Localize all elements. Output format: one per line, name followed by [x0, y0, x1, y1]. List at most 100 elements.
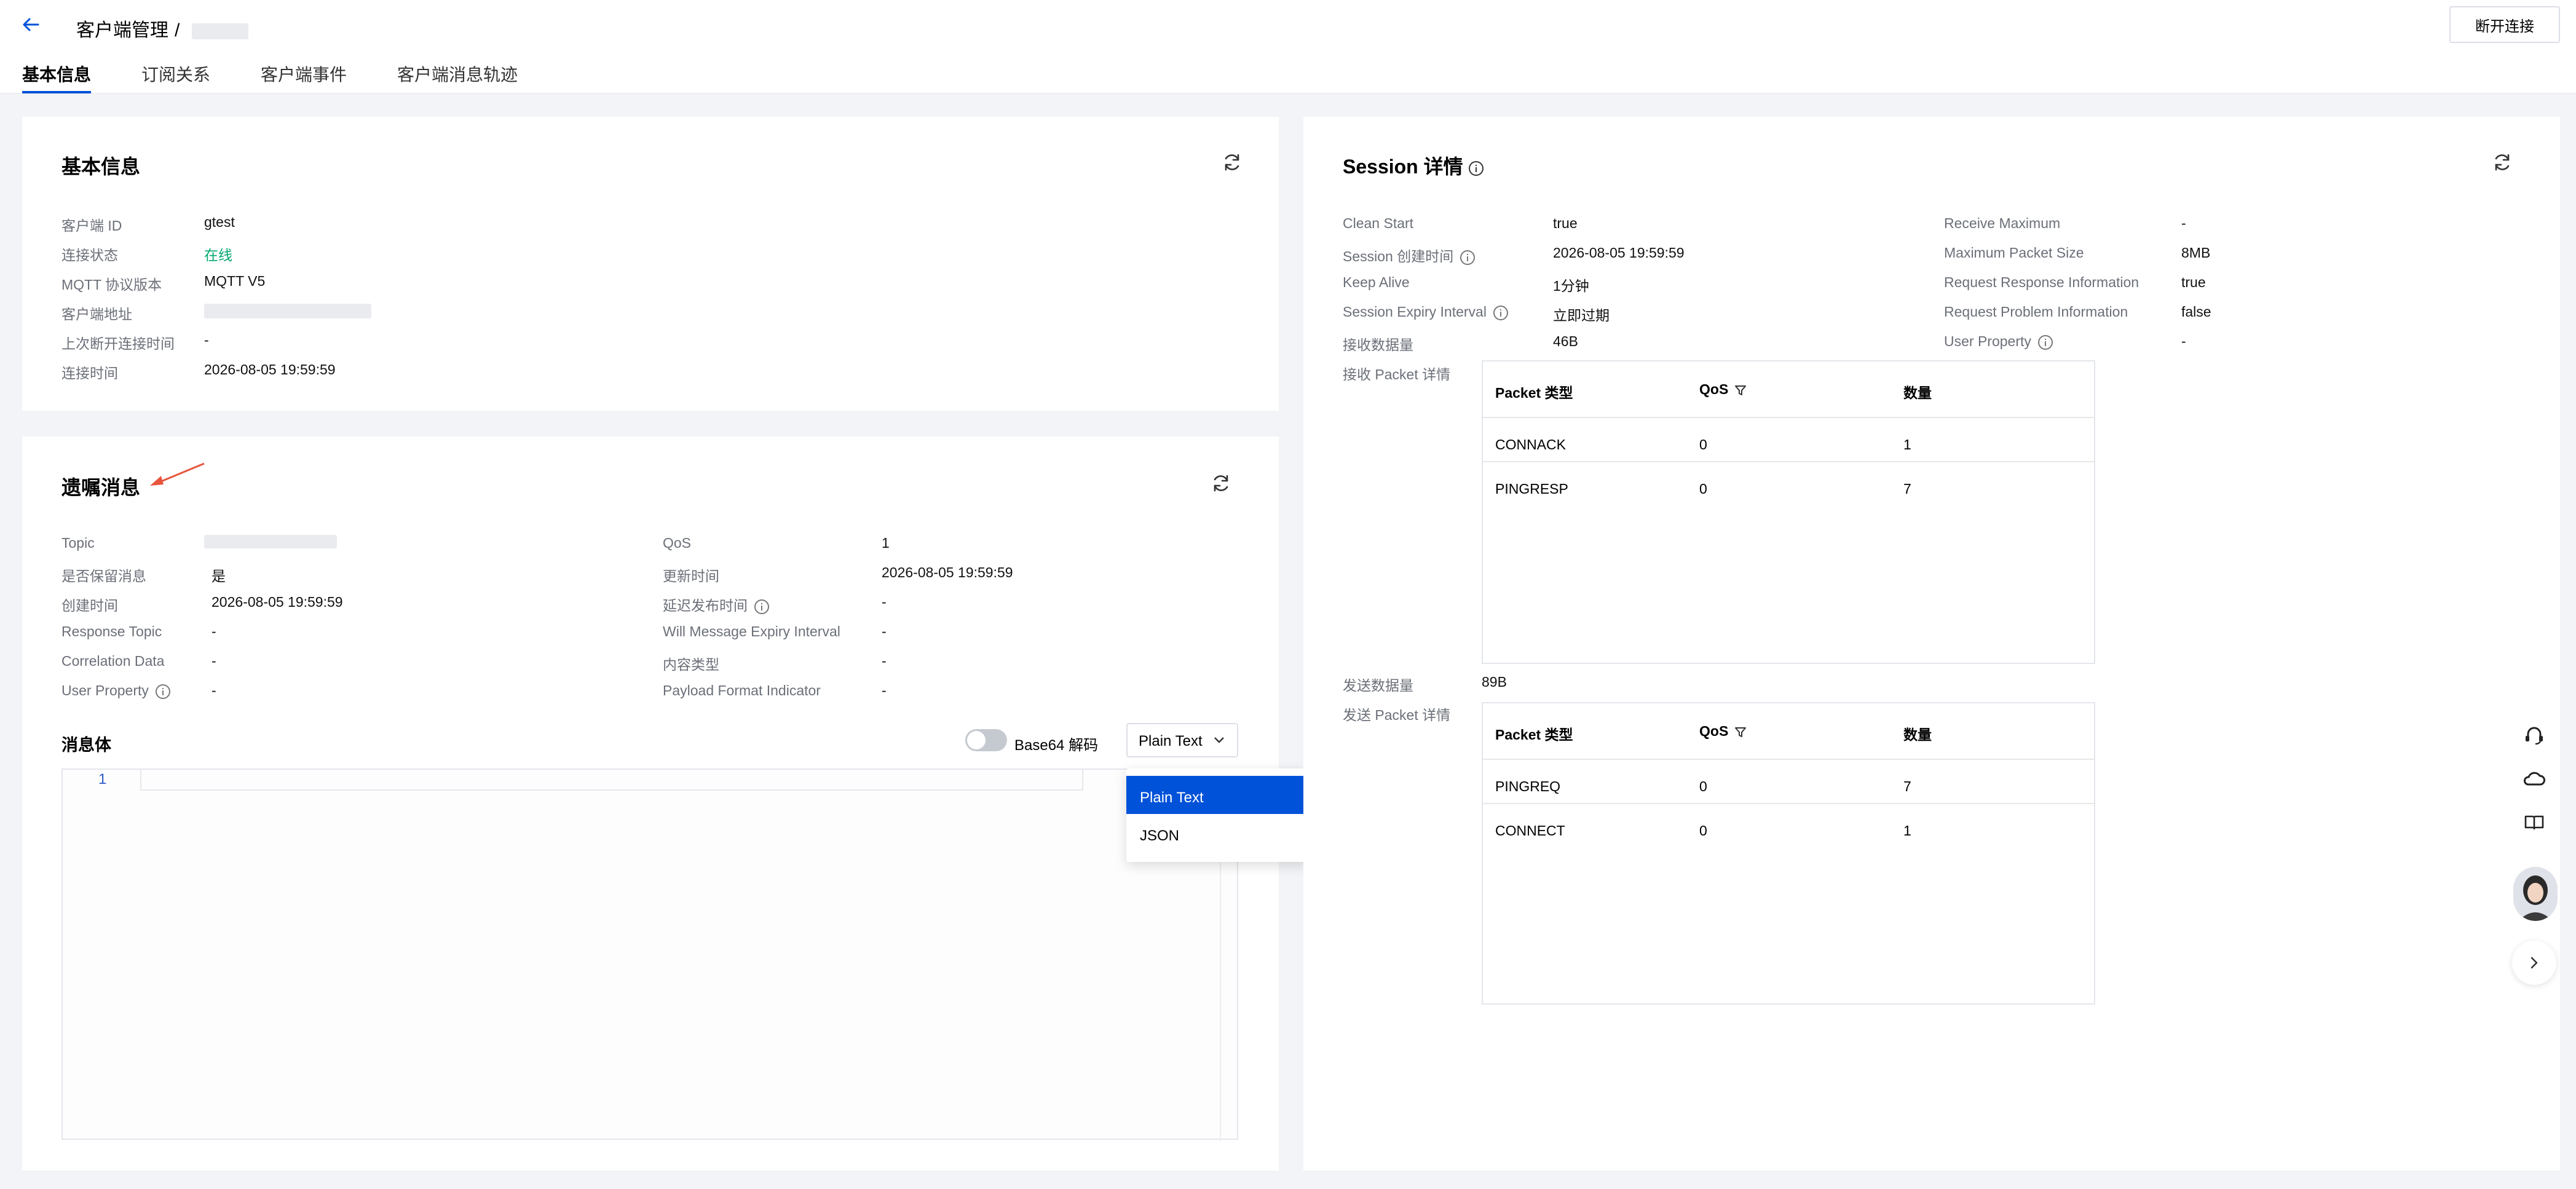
filter-icon[interactable] — [1734, 726, 1747, 738]
value-last-disconnect: - — [204, 332, 209, 348]
label-request-response-info: Request Response Information — [1944, 274, 2139, 290]
disconnect-button[interactable]: 断开连接 — [2449, 6, 2560, 43]
value-session-expiry: 立即过期 — [1553, 307, 1610, 323]
value-client-address-redacted — [204, 304, 371, 318]
filter-icon[interactable] — [1734, 384, 1747, 397]
cell-count: 1 — [1903, 436, 1911, 452]
label-session-expiry: Session Expiry Interval — [1343, 304, 1509, 321]
cell-packet-type: PINGRESP — [1495, 481, 1568, 497]
basic-info-list: 客户端 ID gtest 连接状态 在线 MQTT 协议版本 MQTT V5 客户端地… — [61, 214, 553, 398]
table-row: CONNECT 0 1 — [1483, 804, 2094, 848]
label-session-create-time: Session 创建时间 — [1343, 245, 1476, 266]
cell-qos: 0 — [1699, 436, 1707, 452]
will-message-right-list: QoS 1 更新时间 2026-08-05 19:59:59 延迟发布时间 - Wil… — [663, 535, 1216, 719]
headset-icon[interactable] — [2512, 716, 2556, 755]
value-retain: 是 — [211, 568, 226, 584]
book-icon[interactable] — [2512, 802, 2556, 841]
info-icon[interactable] — [1493, 305, 1509, 321]
label-received-amount: 接收数据量 — [1343, 337, 1413, 353]
top-bar: 客户端管理 / 断开连接 基本信息 订阅关系 客户端事件 客户端消息轨迹 — [0, 0, 2576, 93]
value-receive-maximum: - — [2181, 215, 2186, 231]
cell-qos: 0 — [1699, 823, 1707, 839]
label-client-id: 客户端 ID — [61, 218, 122, 234]
label-keep-alive: Keep Alive — [1343, 274, 1410, 290]
value-received-amount: 46B — [1553, 333, 1578, 349]
label-correlation-data: Correlation Data — [61, 653, 165, 669]
breadcrumb-separator: / — [175, 20, 180, 41]
table-row: PINGRESP 0 7 — [1483, 462, 2094, 507]
col-qos: QoS — [1699, 723, 1747, 740]
value-max-packet-size: 8MB — [2181, 245, 2211, 261]
message-body-label: 消息体 — [61, 736, 111, 754]
value-user-property: - — [211, 682, 216, 698]
info-icon[interactable] — [1460, 250, 1476, 266]
cell-count: 7 — [1903, 481, 1911, 497]
cell-qos: 0 — [1699, 778, 1707, 794]
label-payload-format: Payload Format Indicator — [663, 682, 821, 698]
label-will-expiry: Will Message Expiry Interval — [663, 623, 840, 639]
value-will-expiry: - — [882, 623, 887, 639]
label-request-problem-info: Request Problem Information — [1944, 304, 2128, 320]
value-correlation-data: - — [211, 653, 216, 669]
label-delay-publish: 延迟发布时间 — [663, 594, 770, 615]
value-clean-start: true — [1553, 215, 1578, 231]
expand-panel-button[interactable] — [2512, 941, 2556, 985]
col-qos-text: QoS — [1699, 381, 1729, 397]
cell-count: 1 — [1903, 823, 1911, 839]
avatar-icon — [2513, 867, 2558, 921]
tab-client-events[interactable]: 客户端事件 — [261, 61, 347, 91]
label-update-time: 更新时间 — [663, 568, 719, 584]
tab-subscriptions[interactable]: 订阅关系 — [141, 61, 210, 91]
editor-gutter — [63, 770, 1221, 1141]
label-client-address: 客户端地址 — [61, 306, 132, 322]
label-qos: QoS — [663, 535, 692, 551]
label-max-packet-size: Maximum Packet Size — [1944, 245, 2084, 261]
value-keep-alive: 1分钟 — [1553, 278, 1589, 294]
value-update-time: 2026-08-05 19:59:59 — [882, 564, 1013, 580]
base64-toggle[interactable] — [965, 729, 1007, 751]
value-connection-status: 在线 — [204, 247, 232, 263]
col-packet-type: Packet 类型 — [1495, 385, 1573, 401]
value-connect-time: 2026-08-05 19:59:59 — [204, 361, 336, 377]
format-option-plain-text[interactable]: Plain Text — [1126, 776, 1310, 814]
back-arrow-icon[interactable] — [20, 14, 42, 36]
label-mqtt-version: MQTT 协议版本 — [61, 277, 162, 293]
format-option-json[interactable]: JSON — [1126, 814, 1310, 852]
breadcrumb-root[interactable]: 客户端管理 — [76, 20, 168, 41]
label-user-property: User Property — [61, 682, 171, 700]
label-retain: 是否保留消息 — [61, 568, 146, 584]
refresh-icon[interactable] — [2491, 151, 2513, 173]
chevron-down-icon — [1214, 737, 1224, 743]
label-create-time: 创建时间 — [61, 598, 118, 614]
info-icon[interactable] — [155, 684, 171, 700]
assistant-avatar[interactable] — [2513, 867, 2558, 921]
info-icon[interactable] — [1468, 160, 1484, 176]
info-icon[interactable] — [2037, 334, 2053, 350]
breadcrumb: 客户端管理 / — [76, 15, 249, 42]
label-connect-time: 连接时间 — [61, 365, 118, 381]
info-icon[interactable] — [754, 599, 770, 615]
refresh-icon[interactable] — [1210, 472, 1232, 494]
session-title-text: Session 详情 — [1343, 156, 1463, 178]
col-qos-text: QoS — [1699, 723, 1729, 739]
value-create-time: 2026-08-05 19:59:59 — [211, 594, 343, 610]
tab-message-trace[interactable]: 客户端消息轨迹 — [397, 61, 518, 91]
col-qos: QoS — [1699, 381, 1747, 398]
tab-bar: 基本信息 订阅关系 客户端事件 客户端消息轨迹 — [22, 61, 568, 93]
cell-packet-type: PINGREQ — [1495, 778, 1561, 794]
format-select[interactable]: Plain Text — [1126, 723, 1238, 757]
refresh-icon[interactable] — [1221, 151, 1243, 173]
sent-packet-table: Packet 类型 QoS 数量 PINGREQ 0 7 CONNECT 0 1 — [1482, 702, 2095, 1005]
tab-basic-info[interactable]: 基本信息 — [22, 61, 92, 93]
label-last-disconnect: 上次断开连接时间 — [61, 336, 175, 352]
cloud-icon[interactable] — [2512, 759, 2556, 798]
basic-info-card: 基本信息 客户端 ID gtest 连接状态 在线 MQTT 协议版本 MQTT V5… — [22, 117, 1279, 411]
cell-packet-type: CONNACK — [1495, 436, 1567, 452]
value-payload-format: - — [882, 682, 887, 698]
message-body-editor[interactable]: 1 — [61, 768, 1238, 1141]
editor-current-line[interactable] — [140, 770, 1083, 791]
format-select-value: Plain Text — [1139, 733, 1203, 749]
label-sent-packet: 发送 Packet 详情 — [1343, 707, 1451, 723]
label-session-expiry-text: Session Expiry Interval — [1343, 304, 1487, 320]
label-user-property-text: User Property — [61, 682, 149, 698]
